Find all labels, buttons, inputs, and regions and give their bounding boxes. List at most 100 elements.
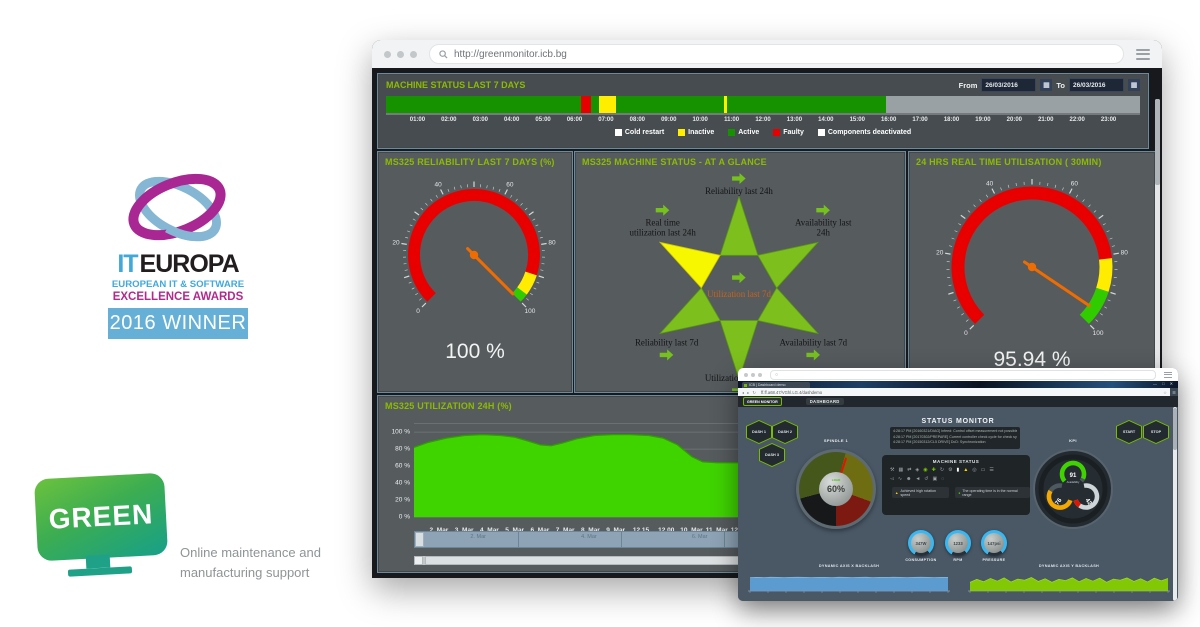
reliability-gauge-value: 100 % — [378, 340, 572, 364]
window-maximize-button[interactable] — [410, 51, 417, 58]
hour-label: 16:00 — [881, 117, 896, 123]
warning-icon: ▲ — [963, 468, 968, 473]
legend-swatch — [773, 129, 780, 136]
window-controls[interactable]: — □ ✕ — [1153, 381, 1175, 386]
svg-text:0: 0 — [964, 330, 968, 337]
hex-button-label: DASH 2 — [773, 421, 797, 443]
axis-y-backlash-title: DYNAMIC AXIS Y BACKLASH — [966, 564, 1172, 568]
overlay-scrollbar-thumb[interactable] — [1173, 408, 1177, 450]
y-axis-label: 40 % — [384, 480, 410, 487]
svg-text:40: 40 — [434, 182, 442, 189]
to-date-input[interactable]: 26/03/2016 — [1069, 78, 1124, 92]
hour-label: 06:00 — [567, 117, 582, 123]
browser-chrome-bar: http://greenmonitor.icb.bg — [372, 40, 1162, 68]
address-bar[interactable]: http://greenmonitor.icb.bg — [429, 44, 1124, 64]
star-point-top-right — [758, 242, 818, 288]
alert-pill-rotation: ▲ Achieved high rotation speed — [892, 487, 949, 498]
award-winner-banner: 2016 WINNER — [108, 308, 248, 339]
tagline-line1: Online maintenance and — [180, 543, 321, 563]
inner-url-text[interactable]: ff.ff.a68.47/VGhl.LG.4/dashdemo — [761, 390, 1163, 395]
tab-favicon — [744, 384, 747, 387]
window-maximize-button[interactable] — [758, 373, 762, 377]
overlay-address-bar[interactable]: ○ — [770, 370, 1156, 380]
knob-label: PRESSURE — [974, 558, 1014, 562]
log-line: 4:28:17 PM [20160321/DIAG] Infeed: Contr… — [893, 429, 1017, 435]
svg-text:0: 0 — [416, 308, 420, 315]
log-line: 4:28:17 PM [20150312/CL5 DRIVE] DcD: Syn… — [893, 440, 1017, 446]
hour-label: 07:00 — [598, 117, 613, 123]
overlay-browser-window: ○ ICB | Dashboard demo — □ ✕ ◂ ▸ ↻ ff.ff… — [738, 368, 1178, 601]
machine-status-icons-row1: ⚒▦⇄◈◉✚↻⚙▮▲◎▭☰ — [890, 468, 1030, 473]
window-minimize-button[interactable] — [397, 51, 404, 58]
knob-value: 1233 — [948, 533, 968, 553]
from-date-input[interactable]: 26/03/2016 — [981, 78, 1036, 92]
warning-icon: ▲ — [895, 491, 898, 495]
chat-icon: ◌ — [941, 477, 944, 482]
hex-button-dash-3[interactable]: DASH 3 — [759, 443, 785, 467]
timeline-segment — [591, 96, 599, 113]
browser-menu-icon[interactable] — [1136, 46, 1150, 62]
y-axis-label: 60 % — [384, 463, 410, 470]
hour-label: 20:00 — [1007, 117, 1022, 123]
svg-text:100: 100 — [524, 308, 535, 315]
battery-icon: ▮ — [957, 468, 960, 473]
kpi-gauge: 91 Availability 76 42 — [1033, 449, 1113, 529]
camera-icon: ▣ — [932, 477, 937, 482]
search-icon: ○ — [775, 372, 778, 378]
knob-value: 347W — [911, 533, 931, 553]
glance-panel: MS325 MACHINE STATUS - AT A GLANCE — [574, 151, 906, 393]
hour-label: 05:00 — [535, 117, 550, 123]
alert2-text: The operating time is in the normal rang… — [962, 489, 1027, 497]
label-availability-24h-2: 24h — [817, 227, 831, 237]
window-close-button[interactable] — [744, 373, 748, 377]
swap-icon: ⇄ — [907, 468, 911, 473]
browser-menu-icon[interactable] — [1164, 370, 1172, 379]
svg-text:80: 80 — [548, 240, 556, 247]
browser-settings-icon[interactable]: ☰ — [1170, 388, 1178, 396]
legend-label: Inactive — [688, 129, 714, 136]
star-point-top — [720, 197, 758, 256]
nav-dashboard[interactable]: DASHBOARD — [806, 398, 844, 405]
timeline-segment — [599, 96, 616, 113]
nav-buttons[interactable]: ◂ ▸ ↻ — [742, 390, 757, 395]
navigator-handle[interactable] — [415, 532, 424, 547]
hex-button-label: STOP — [1144, 421, 1168, 443]
grid-icon: ▦ — [898, 468, 903, 473]
browser-tab[interactable]: ICB | Dashboard demo — [742, 382, 810, 388]
green-tagline: Online maintenance and manufacturing sup… — [180, 543, 321, 583]
hex-button-label: DASH 1 — [747, 421, 771, 443]
legend-swatch — [615, 129, 622, 136]
monitor-icon: ▭ — [981, 468, 986, 473]
window-minimize-button[interactable] — [751, 373, 755, 377]
svg-text:80: 80 — [1121, 249, 1129, 256]
legend-label: Cold restart — [625, 129, 664, 136]
arrow-icon — [656, 205, 670, 216]
scroll-left-button[interactable] — [414, 556, 423, 565]
hour-label: 17:00 — [912, 117, 927, 123]
kpi-label: KPI — [1033, 438, 1113, 443]
to-calendar-icon[interactable]: ▦ — [1128, 79, 1140, 91]
page-scrollbar-thumb[interactable] — [1155, 99, 1160, 185]
kpi-availability-label: Availability — [1067, 480, 1080, 484]
window-close-button[interactable] — [384, 51, 391, 58]
knob-pressure: 147psi — [981, 530, 1007, 556]
share-icon: ◅ — [890, 477, 894, 482]
bookmark-icon[interactable]: ☆ — [1163, 390, 1167, 395]
axis-x-backlash-chart — [746, 571, 952, 595]
label-utilization-7d: Utilization last 7d — [707, 289, 771, 299]
axis-x-backlash-title: DYNAMIC AXIS X BACKLASH — [746, 564, 952, 568]
search-icon — [439, 50, 448, 59]
green-monitor-brand[interactable]: GREEN MONITOR — [743, 397, 782, 406]
machine-status-title: MACHINE STATUS LAST 7 DAYS — [386, 80, 525, 90]
from-calendar-icon[interactable]: ▦ — [1040, 79, 1052, 91]
from-label: From — [959, 81, 978, 90]
overlay-scrollbar[interactable] — [1173, 407, 1177, 601]
hour-label: 03:00 — [473, 117, 488, 123]
legend-label: Active — [738, 129, 759, 136]
legend-item: Inactive — [678, 129, 714, 136]
legend-item: Components deactivated — [818, 129, 911, 136]
tab-title: ICB | Dashboard demo — [749, 383, 786, 387]
arrow-icon — [732, 272, 746, 283]
status-timeline — [386, 96, 1140, 115]
award-title: IT EUROPA — [108, 252, 248, 277]
